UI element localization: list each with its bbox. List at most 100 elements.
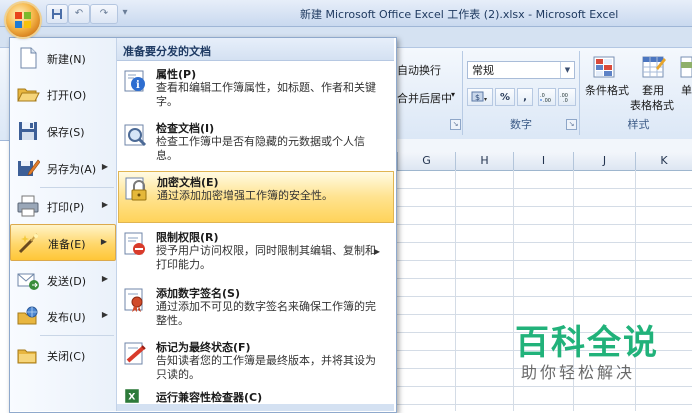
panel-item-inspect-document[interactable]: 检查文档(I) 检查工作簿中是否有隐藏的元数据或个人信息。 [118,118,394,168]
panel-item-properties[interactable]: i 属性(P) 查看和编辑工作簿属性，如标题、作者和关键字。 [118,64,394,114]
menu-item-send[interactable]: 发送(D) ▶ [10,262,116,299]
currency-icon: $ ▾ [471,91,487,103]
menu-item-publish[interactable]: 发布(U) ▶ [10,298,116,335]
svg-text:i: i [136,80,140,91]
cell-styles-icon[interactable] [680,54,692,82]
digital-signature-icon [124,288,143,312]
panel-item-encrypt-document[interactable]: 加密文档(E) 通过添加加密增强工作簿的安全性。 [118,171,394,223]
panel-item-inspect-desc: 检查工作簿中是否有隐藏的元数据或个人信息。 [156,135,365,162]
panel-item-inspect-title: 检查文档(I) [156,122,215,135]
decrease-decimal-button[interactable]: .00.0 [558,88,576,106]
encrypt-lock-icon [125,177,147,201]
accounting-format-button[interactable]: $ ▾ [467,88,493,106]
grid-line [395,224,692,225]
svg-text:▾: ▾ [484,96,487,103]
panel-item-mark-final-title: 标记为最终状态(F) [156,341,251,354]
menu-item-print[interactable]: 打印(P) ▶ [10,188,116,225]
cell-styles-button[interactable]: 单 [681,82,692,98]
alignment-dialog-launcher-icon[interactable]: ↘ [450,119,461,130]
merge-dropdown-icon[interactable]: ▾ [451,90,455,99]
office-button[interactable] [6,3,40,37]
panel-item-compatibility-title: 运行兼容性检查器(C) [156,391,263,404]
menu-item-close[interactable]: 关闭(C) [10,337,116,374]
column-header-g[interactable]: G [398,152,456,170]
panel-bottom-bar [117,404,394,411]
prepare-panel-header: 准备要分发的文档 [117,38,394,61]
column-header-row: G H I J K [395,152,692,171]
submenu-arrow-icon: ▶ [101,274,108,283]
comma-style-button[interactable]: , [517,88,533,106]
menu-item-prepare[interactable]: 准备(E) ▶ [10,224,116,261]
panel-item-restrict-permission[interactable]: 限制权限(R) 授予用户访问权限，同时限制其编辑、复制和打印能力。 ▶ [118,227,394,281]
panel-item-properties-title: 属性(P) [156,68,197,81]
panel-item-digital-signature[interactable]: 添加数字签名(S) 通过添加不可见的数字签名来确保工作簿的完整性。 [118,283,394,337]
send-icon [17,273,39,290]
table-format-icon[interactable] [640,54,668,82]
menu-item-save-as[interactable]: 另存为(A) ▶ [10,150,116,187]
grid-line [395,404,692,405]
compatibility-checker-icon: X [125,389,139,403]
submenu-arrow-icon: ▶ [101,162,108,171]
menu-item-publish-label: 发布(U) [47,311,86,324]
grid-line [395,278,692,279]
panel-item-signature-desc: 通过添加不可见的数字签名来确保工作簿的完整性。 [156,300,376,327]
grid-line [395,242,692,243]
group-label-number: 数字 [510,118,532,131]
column-header-k[interactable]: K [636,152,692,170]
increase-decimal-icon: .0.00 [540,93,551,104]
column-header-i[interactable]: I [514,152,574,170]
redo-button[interactable]: ↷ [90,4,118,24]
grid-line [395,206,692,207]
wrap-text-button[interactable]: 自动换行 [397,62,441,78]
panel-item-compatibility-checker[interactable]: X 运行兼容性检查器(C) [118,387,394,404]
undo-button[interactable]: ↶ [68,4,90,24]
mark-final-icon [124,342,146,365]
conditional-format-icon[interactable] [591,54,619,82]
grid-line [395,296,692,297]
increase-decimal-button[interactable]: .0.00 [538,88,556,106]
decrease-decimal-icon: .00.0 [560,93,568,104]
conditional-format-button[interactable]: 条件格式 [585,82,629,98]
publish-icon [17,306,38,325]
menu-item-print-label: 打印(P) [47,201,85,214]
panel-item-properties-desc: 查看和编辑工作簿属性，如标题、作者和关键字。 [156,81,376,108]
number-dialog-launcher-icon[interactable]: ↘ [566,119,577,130]
group-separator [462,51,463,135]
submenu-arrow-icon: ▶ [100,237,107,246]
office-logo-icon [15,12,31,28]
menu-item-new[interactable]: 新建(N) [10,40,116,77]
svg-text:.0: .0 [563,98,568,103]
panel-item-encrypt-desc: 通过添加加密增强工作簿的安全性。 [157,189,333,202]
panel-item-restrict-title: 限制权限(R) [156,231,219,244]
printer-icon [17,195,39,217]
merge-center-button[interactable]: 合并后居中 [397,90,452,106]
column-header-h[interactable]: H [456,152,514,170]
prepare-panel-title: 准备要分发的文档 [123,45,211,58]
customize-qat-button[interactable]: ▾ [118,4,132,22]
menu-item-save-as-label: 另存为(A) [47,163,97,176]
inspect-document-icon [124,124,147,147]
number-format-combo[interactable]: 常规 ▼ [467,61,575,79]
menu-item-save[interactable]: 保存(S) [10,113,116,150]
grid-line [395,188,692,189]
watermark-title: 百科全说 [515,323,659,363]
prepare-icon [18,233,38,254]
menu-item-open[interactable]: 打开(O) [10,76,116,113]
submenu-arrow-icon: ▶ [373,247,380,256]
group-separator [579,51,580,135]
formula-bar[interactable] [395,139,692,153]
menu-item-save-label: 保存(S) [47,126,85,139]
open-folder-icon [17,88,40,102]
panel-item-mark-final[interactable]: 标记为最终状态(F) 告知读者您的工作簿是最终版本，并将其设为只读的。 [118,337,394,387]
save-quick-icon[interactable] [46,4,68,24]
table-format-label-line1[interactable]: 套用 [642,82,664,98]
table-format-button[interactable]: 表格格式 [630,97,674,113]
svg-text:.00: .00 [543,98,551,103]
group-label-styles: 样式 [627,118,650,131]
properties-icon: i [124,70,145,92]
percent-style-button[interactable]: % [495,88,515,106]
column-header-j[interactable]: J [574,152,636,170]
save-as-icon [18,159,40,176]
submenu-arrow-icon: ▶ [101,200,108,209]
submenu-arrow-icon: ▶ [101,310,108,319]
